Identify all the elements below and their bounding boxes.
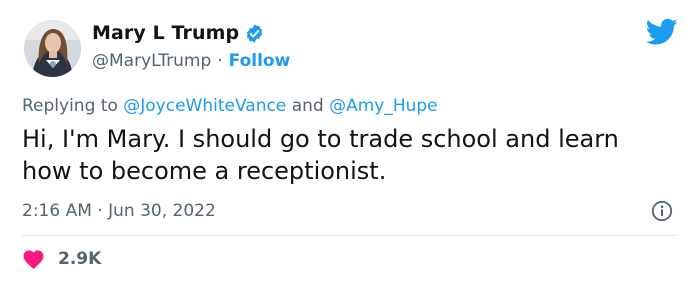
- author-handle-row: @MaryLTrump · Follow: [92, 51, 290, 71]
- heart-icon[interactable]: [22, 248, 45, 270]
- tweet-card: Mary L Trump @MaryLTrump · Follow Replyi…: [0, 0, 700, 288]
- info-icon[interactable]: [651, 200, 673, 222]
- divider: [22, 235, 678, 236]
- author-handle[interactable]: @MaryLTrump: [92, 51, 211, 71]
- tweet-timestamp[interactable]: 2:16 AM · Jun 30, 2022: [22, 201, 216, 221]
- handle-separator: ·: [217, 51, 223, 71]
- tweet-date[interactable]: Jun 30, 2022: [108, 201, 216, 221]
- like-count: 2.9K: [58, 249, 102, 269]
- replying-prefix: Replying to: [22, 96, 118, 116]
- author-name-row: Mary L Trump: [92, 22, 265, 44]
- replying-to-line: Replying to @JoyceWhiteVance and @Amy_Hu…: [22, 96, 438, 116]
- tweet-time[interactable]: 2:16 AM: [22, 201, 92, 221]
- timestamp-separator: ·: [97, 201, 103, 221]
- replying-conjunction: and: [291, 96, 324, 116]
- like-action[interactable]: 2.9K: [22, 248, 101, 270]
- author-display-name[interactable]: Mary L Trump: [92, 22, 239, 44]
- verified-badge-icon: [244, 23, 265, 44]
- follow-button[interactable]: Follow: [229, 51, 291, 71]
- avatar[interactable]: [24, 20, 81, 77]
- tweet-text: Hi, I'm Mary. I should go to trade schoo…: [22, 125, 619, 185]
- twitter-bird-icon[interactable]: [645, 18, 678, 46]
- reply-mention-amy-hupe[interactable]: @Amy_Hupe: [329, 96, 438, 116]
- reply-mention-joycewhitevance[interactable]: @JoyceWhiteVance: [123, 96, 286, 116]
